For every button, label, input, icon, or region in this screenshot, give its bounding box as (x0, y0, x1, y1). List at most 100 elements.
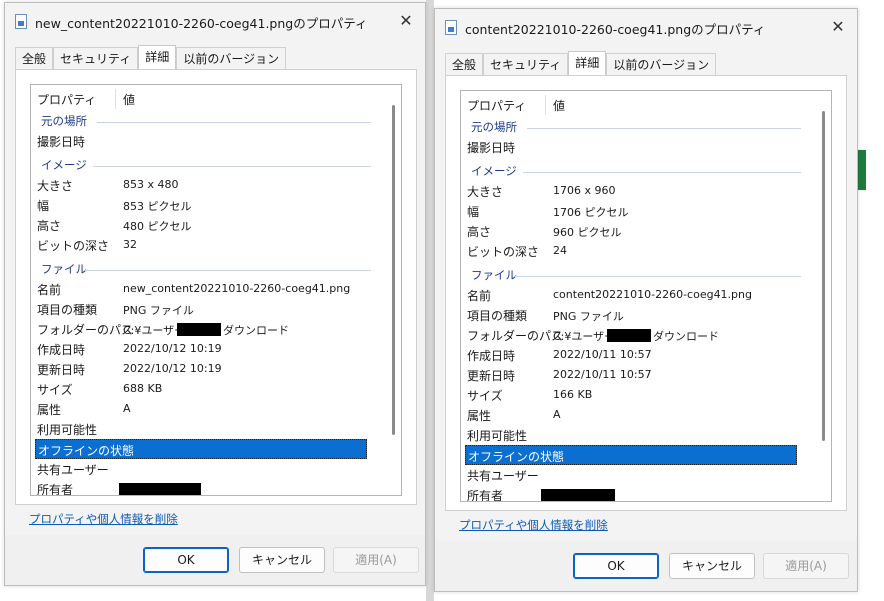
list-item[interactable]: 幅 853 ピクセル (31, 195, 371, 215)
group-divider (93, 166, 371, 167)
list-item[interactable]: 大きさ 1706 x 960 (461, 181, 801, 201)
property-value: PNG ファイル (123, 304, 194, 317)
list-item[interactable]: 作成日時 2022/10/12 10:19 (31, 339, 371, 359)
group-image: イメージ (461, 161, 801, 181)
list-item[interactable]: 所有者 (461, 485, 801, 501)
group-divider (85, 270, 371, 271)
property-label: 高さ (467, 225, 492, 239)
list-item[interactable]: 属性 A (461, 405, 801, 425)
list-item[interactable]: 撮影日時 (461, 137, 801, 157)
tab-security[interactable]: セキュリティ (53, 47, 139, 69)
list-item[interactable]: ビットの深さ 24 (461, 241, 801, 261)
list-item-selected[interactable]: オフラインの状態 (35, 439, 367, 459)
property-label: 大きさ (467, 185, 504, 199)
tab-general[interactable]: 全般 (445, 53, 484, 75)
apply-button[interactable]: 適用(A) (763, 553, 849, 579)
property-value: A (553, 408, 561, 421)
property-value: C:¥ユーザー (123, 324, 186, 337)
list-item[interactable]: 属性 A (31, 399, 371, 419)
list-item[interactable]: サイズ 688 KB (31, 379, 371, 399)
list-item[interactable]: フォルダーのパス C:¥ユーザー ダウンロード (31, 319, 371, 339)
list-item[interactable]: 撮影日時 (31, 131, 371, 151)
property-value: 2022/10/11 10:57 (553, 368, 652, 381)
group-divider (515, 276, 801, 277)
list-item[interactable]: 幅 1706 ピクセル (461, 201, 801, 221)
tab-details[interactable]: 詳細 (568, 51, 607, 75)
column-header-property[interactable]: プロパティ (467, 97, 526, 114)
group-divider (97, 122, 371, 123)
list-item[interactable]: 更新日時 2022/10/11 10:57 (461, 365, 801, 385)
scrollbar[interactable] (822, 111, 825, 441)
tab-previous-versions[interactable]: 以前のバージョン (606, 53, 717, 75)
list-item[interactable]: フォルダーのパス C:¥ユーザー ダウンロード (461, 325, 801, 345)
cancel-button[interactable]: キャンセル (239, 547, 325, 573)
property-list[interactable]: プロパティ 値 元の場所 撮影日時 イメージ 大きさ 1706 x 960 幅 (460, 90, 832, 502)
property-label: 共有ユーザー (467, 469, 539, 483)
list-item[interactable]: 利用可能性 (31, 419, 371, 439)
list-header: プロパティ 値 (31, 85, 401, 111)
list-item[interactable]: 項目の種類 PNG ファイル (461, 305, 801, 325)
property-value: 960 ピクセル (553, 226, 622, 239)
list-item[interactable]: サイズ 166 KB (461, 385, 801, 405)
property-label: フォルダーのパス (467, 329, 564, 343)
ok-button[interactable]: OK (143, 547, 229, 573)
tab-security[interactable]: セキュリティ (483, 53, 569, 75)
tab-details[interactable]: 詳細 (138, 45, 177, 69)
scrollbar[interactable] (392, 105, 395, 435)
list-item[interactable]: 共有ユーザー (461, 465, 801, 485)
list-header: プロパティ 値 (461, 91, 831, 117)
group-file: ファイル (461, 265, 801, 285)
remove-properties-link[interactable]: プロパティや個人情報を削除 (459, 517, 608, 533)
group-divider (523, 172, 801, 173)
list-item[interactable]: 名前 new_content20221010-2260-coeg41.png (31, 279, 371, 299)
remove-properties-link[interactable]: プロパティや個人情報を削除 (29, 511, 178, 527)
cancel-button[interactable]: キャンセル (669, 553, 755, 579)
property-label: フォルダーのパス (37, 323, 134, 337)
list-item[interactable]: 更新日時 2022/10/12 10:19 (31, 359, 371, 379)
property-value: 853 x 480 (123, 178, 179, 191)
property-value: 2022/10/12 10:19 (123, 362, 222, 375)
list-item[interactable]: 共有ユーザー (31, 459, 371, 479)
title-bar: new_content20221010-2260-coeg41.pngのプロパテ… (5, 3, 425, 39)
list-item[interactable]: ビットの深さ 32 (31, 235, 371, 255)
properties-dialog-2: content20221010-2260-coeg41.pngのプロパティ ✕ … (434, 8, 858, 592)
property-value: ダウンロード (223, 324, 289, 337)
property-label: 高さ (37, 219, 62, 233)
list-item[interactable]: 高さ 960 ピクセル (461, 221, 801, 241)
list-item[interactable]: 高さ 480 ピクセル (31, 215, 371, 235)
close-icon[interactable]: ✕ (395, 10, 417, 32)
redaction-block (177, 323, 221, 336)
background-green-bar (858, 150, 866, 190)
group-label: イメージ (471, 164, 517, 178)
list-item[interactable]: 作成日時 2022/10/11 10:57 (461, 345, 801, 365)
property-value: 853 ピクセル (123, 200, 192, 213)
column-separator[interactable] (545, 95, 546, 115)
group-divider (527, 128, 801, 129)
column-header-property[interactable]: プロパティ (37, 91, 96, 108)
list-item[interactable]: 利用可能性 (461, 425, 801, 445)
ok-button[interactable]: OK (573, 553, 659, 579)
property-value: 24 (553, 244, 567, 257)
property-value: 480 ピクセル (123, 220, 192, 233)
property-value: new_content20221010-2260-coeg41.png (123, 282, 351, 295)
background-gap (426, 0, 434, 601)
property-list[interactable]: プロパティ 値 元の場所 撮影日時 イメージ 大きさ 853 x 480 幅 8… (30, 84, 402, 496)
list-item[interactable]: 大きさ 853 x 480 (31, 175, 371, 195)
list-item-selected[interactable]: オフラインの状態 (465, 445, 797, 465)
tab-previous-versions[interactable]: 以前のバージョン (176, 47, 287, 69)
list-item[interactable]: 名前 content20221010-2260-coeg41.png (461, 285, 801, 305)
property-label: 項目の種類 (37, 303, 98, 317)
property-label: オフラインの状態 (38, 444, 135, 458)
property-value: C:¥ユーザー (553, 330, 616, 343)
close-icon[interactable]: ✕ (827, 16, 849, 38)
tab-strip: 全般 セキュリティ 詳細 以前のバージョン (15, 45, 287, 69)
apply-button[interactable]: 適用(A) (333, 547, 419, 573)
column-separator[interactable] (115, 89, 116, 109)
property-label: 大きさ (37, 179, 74, 193)
list-item[interactable]: 項目の種類 PNG ファイル (31, 299, 371, 319)
column-header-value[interactable]: 値 (553, 97, 565, 114)
column-header-value[interactable]: 値 (123, 91, 135, 108)
property-value: 32 (123, 238, 137, 251)
list-item[interactable]: 所有者 (31, 479, 371, 495)
tab-general[interactable]: 全般 (15, 47, 54, 69)
